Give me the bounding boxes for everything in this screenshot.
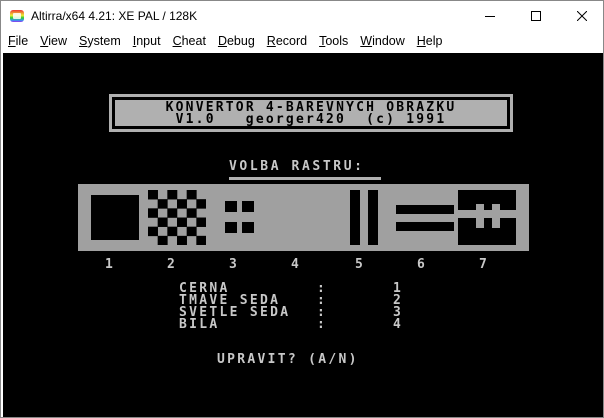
pattern-number-2: 2 xyxy=(167,257,175,272)
menu-record-mnemonic: R xyxy=(266,34,276,48)
menu-view[interactable]: View xyxy=(34,31,73,52)
raster-pattern-5 xyxy=(334,190,392,245)
raster-heading-underline xyxy=(229,177,381,180)
raster-choice-heading: VOLBA RASTRU: xyxy=(229,159,365,174)
close-button[interactable] xyxy=(559,1,604,31)
color-sep: : xyxy=(317,317,328,332)
menu-window[interactable]: Window xyxy=(354,31,410,52)
menu-window-mnemonic: W xyxy=(360,34,373,48)
edit-prompt: UPRAVIT? (A/N) xyxy=(217,352,359,367)
emulator-display[interactable]: KONVERTOR 4-BAREVNYCH OBRAZKU V1.0 georg… xyxy=(3,53,603,417)
menu-debug-mnemonic: D xyxy=(217,34,227,48)
menu-view-label: iew xyxy=(48,34,68,48)
menu-file[interactable]: File xyxy=(2,31,34,52)
pattern-number-3: 3 xyxy=(229,257,237,272)
menu-debug[interactable]: Debug xyxy=(212,31,261,52)
raster-pattern-4 xyxy=(272,190,330,245)
emulator-window: Altirra/x64 4.21: XE PAL / 128K File Vie… xyxy=(0,0,604,418)
maximize-button[interactable] xyxy=(513,1,559,31)
color-row-bila: BILA xyxy=(179,317,220,332)
color-name: BILA xyxy=(179,317,220,332)
menu-help[interactable]: Help xyxy=(411,31,449,52)
menu-tools-label: ools xyxy=(325,34,349,48)
minimize-button[interactable] xyxy=(467,1,513,31)
color-value: 4 xyxy=(393,317,404,332)
menu-cheat[interactable]: Cheat xyxy=(167,31,212,52)
raster-pattern-strip xyxy=(78,184,529,251)
menu-bar: File View System Input Cheat Debug Recor… xyxy=(1,31,603,52)
menu-debug-label: ebug xyxy=(226,34,255,48)
menu-record[interactable]: Record xyxy=(261,31,313,52)
window-title: Altirra/x64 4.21: XE PAL / 128K xyxy=(31,9,198,23)
close-icon xyxy=(577,11,587,21)
altirra-app-icon xyxy=(9,8,25,24)
pattern-number-7: 7 xyxy=(479,257,487,272)
program-header-fill: KONVERTOR 4-BAREVNYCH OBRAZKU V1.0 georg… xyxy=(115,100,507,127)
menu-cheat-label: heat xyxy=(181,34,206,48)
menu-record-label: ecord xyxy=(275,34,308,48)
pattern-number-4: 4 xyxy=(291,257,299,272)
raster-pattern-1 xyxy=(86,190,144,245)
menu-window-label: indow xyxy=(372,34,405,48)
menu-file-label: ile xyxy=(15,34,29,48)
raster-pattern-2 xyxy=(148,190,206,245)
menu-cheat-mnemonic: C xyxy=(172,34,182,48)
raster-pattern-3 xyxy=(210,190,268,245)
menu-help-mnemonic: H xyxy=(416,34,426,48)
raster-pattern-6 xyxy=(396,190,454,245)
pattern-number-1: 1 xyxy=(105,257,113,272)
maximize-icon xyxy=(531,11,541,21)
menu-system[interactable]: System xyxy=(73,31,127,52)
menu-help-label: elp xyxy=(425,34,443,48)
menu-input-label: nput xyxy=(136,34,161,48)
raster-pattern-7 xyxy=(458,190,516,245)
menu-system-label: ystem xyxy=(87,34,121,48)
menu-tools[interactable]: Tools xyxy=(313,31,354,52)
menu-file-mnemonic: F xyxy=(8,34,16,48)
program-header-box: KONVERTOR 4-BAREVNYCH OBRAZKU V1.0 georg… xyxy=(109,94,513,132)
menu-input[interactable]: Input xyxy=(127,31,167,52)
pattern-number-6: 6 xyxy=(417,257,425,272)
minimize-icon xyxy=(485,16,495,17)
program-version-credit: V1.0 georger420 (c) 1991 xyxy=(175,112,447,127)
pattern-number-5: 5 xyxy=(355,257,363,272)
